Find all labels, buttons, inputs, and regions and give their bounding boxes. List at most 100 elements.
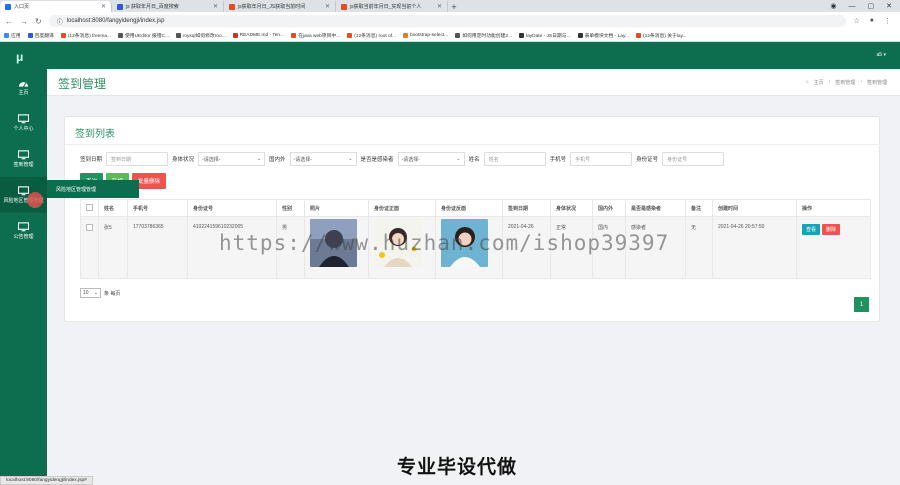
browser-tab[interactable]: js 获取年月日_百度搜索 ✕ — [112, 1, 224, 12]
sidebar-item-signin[interactable]: 签到管理 — [0, 141, 47, 177]
monitor-icon — [18, 150, 29, 160]
bookmark-icon — [519, 33, 525, 38]
bookmark-item[interactable]: mysql如何修改roo... — [175, 32, 226, 39]
page-size-value: 10 — [83, 290, 89, 296]
bookmark-item[interactable]: 应用 — [4, 32, 21, 39]
column-header: 身份证正面 — [368, 199, 436, 217]
breadcrumb-item[interactable]: 主页 — [814, 79, 824, 86]
filter-label: 国内外 — [269, 157, 286, 163]
browser-tab-bar: 入口页 ✕ js 获取年月日_百度搜索 ✕ js获取年月日_JS获取当前时间 ✕ js… — [0, 0, 900, 12]
close-icon[interactable]: ✕ — [101, 3, 106, 10]
dashboard-icon — [18, 81, 29, 87]
sidebar-item-notice[interactable]: 公告管理 — [0, 213, 47, 249]
url-text: localhost:8080/fangyidengji/index.jsp — [66, 18, 165, 24]
browser-tab[interactable]: js获取年月日_JS获取当前时间 ✕ — [224, 1, 336, 12]
column-header: 姓名 — [98, 199, 128, 217]
bookmark-item[interactable]: layDate - JS日期与... — [519, 32, 571, 39]
id-card-input[interactable]: 身份证号 — [662, 152, 725, 166]
url-field[interactable]: ⓘ localhost:8080/fangyidengji/index.jsp — [48, 15, 847, 27]
minimize-icon[interactable]: — — [849, 3, 856, 10]
menu-icon[interactable]: ⋮ — [884, 17, 891, 25]
watermark: https://www.huzhan.com/ishop39397 — [219, 231, 670, 255]
user-menu[interactable]: a5 ▾ — [877, 52, 886, 58]
row-actions: 查看 删除 — [802, 224, 870, 235]
column-header — [80, 199, 99, 217]
bookmark-item[interactable]: 百度翻译 — [27, 32, 54, 39]
bookmark-icon — [403, 33, 409, 38]
sidebar-flyout[interactable]: 风险地区管理管理 — [47, 180, 139, 198]
chevron-down-icon: ⌄ — [93, 290, 98, 296]
column-header: 身体状况 — [550, 199, 593, 217]
star-icon[interactable]: ☆ — [853, 17, 859, 25]
bookmark-label: README.md - Ten... — [239, 33, 285, 38]
column-header: 国内外 — [592, 199, 626, 217]
select-value: -请选择- — [293, 156, 312, 163]
filter-label: 姓名 — [468, 157, 480, 163]
page-size-control: 10 ⌄ 条 每页 — [80, 288, 120, 298]
date-input[interactable]: 签到日期 — [106, 152, 169, 166]
bookmark-item[interactable]: bootstrap-select... — [403, 33, 448, 38]
column-header: 身份证反面 — [435, 199, 503, 217]
bookmark-item[interactable]: 在java web项目中... — [291, 32, 340, 39]
maximize-icon[interactable]: ▢ — [868, 2, 875, 10]
bookmark-item[interactable]: README.md - Ten... — [232, 33, 285, 38]
close-icon[interactable]: ✕ — [213, 3, 218, 10]
view-button[interactable]: 查看 — [802, 224, 821, 235]
monitor-icon — [18, 222, 29, 232]
bookmark-label: layDate - JS日期与... — [526, 34, 571, 39]
bookmark-label: (12条消息) root of... — [354, 34, 397, 39]
tab-favicon — [341, 3, 347, 10]
filter-label: 是否是感染者 — [360, 157, 394, 163]
bookmark-item[interactable]: (12条消息) 关于lay... — [635, 32, 687, 39]
bookmark-item[interactable]: 如何用定时功能创建2... — [455, 32, 512, 39]
bookmark-item[interactable]: 表单模块文档 - Lay... — [577, 32, 629, 39]
bookmark-item[interactable]: (12条消息) freema... — [60, 32, 111, 39]
bookmark-icon — [118, 33, 123, 38]
forward-icon[interactable]: → — [20, 17, 28, 26]
health-select[interactable]: -请选择- ⌄ — [198, 152, 266, 166]
close-icon[interactable]: ✕ — [437, 3, 442, 10]
back-icon[interactable]: ← — [5, 17, 13, 26]
name-input[interactable]: 姓名 — [483, 152, 546, 166]
bookmark-item[interactable]: (12条消息) root of... — [347, 32, 396, 39]
tab-favicon — [229, 3, 235, 10]
close-window-icon[interactable]: ✕ — [886, 2, 892, 10]
sidebar-item-profile[interactable]: 个人中心 — [0, 105, 47, 141]
browser-tab[interactable]: 入口页 ✕ — [0, 1, 112, 12]
delete-button[interactable]: 删除 — [822, 224, 841, 235]
bookmark-label: bootstrap-select... — [410, 33, 449, 38]
profile-icon[interactable]: ◉ — [830, 2, 836, 10]
new-tab-button[interactable]: + — [448, 2, 460, 12]
reload-icon[interactable]: ↻ — [35, 17, 42, 26]
page-title: 签到管理 — [58, 77, 107, 91]
chevron-down-icon: ⌄ — [456, 156, 461, 162]
table-cell — [80, 216, 99, 279]
table-cell: 张5 — [98, 216, 128, 279]
address-bar: ← → ↻ ⓘ localhost:8080/fangyidengji/inde… — [0, 12, 900, 30]
column-header: 备注 — [685, 199, 713, 217]
bookmark-label: 使用UEditor 报错C... — [125, 34, 169, 39]
page-size-select[interactable]: 10 ⌄ — [80, 288, 101, 298]
phone-input[interactable]: 手机号 — [570, 152, 633, 166]
select-all-checkbox[interactable] — [86, 203, 93, 211]
filter-label: 身份证号 — [636, 157, 659, 163]
info-icon[interactable]: ⓘ — [57, 17, 63, 26]
close-icon[interactable]: ✕ — [325, 3, 330, 10]
page-button[interactable]: 1 — [854, 297, 869, 312]
bookmark-label: 在java web项目中... — [298, 34, 341, 39]
bookmark-item[interactable]: 使用UEditor 报错C... — [118, 32, 169, 39]
account-icon[interactable]: ● — [870, 17, 874, 25]
infected-select[interactable]: -请选择- ⌄ — [397, 152, 465, 166]
select-value: -请选择- — [202, 156, 221, 163]
column-header: 创建时间 — [712, 199, 797, 217]
row-checkbox[interactable] — [86, 224, 93, 231]
breadcrumb-separator: › — [860, 79, 862, 85]
tab-favicon — [117, 3, 123, 10]
sidebar-item-home[interactable]: 主页 — [0, 69, 47, 105]
region-select[interactable]: -请选择- ⌄ — [289, 152, 357, 166]
breadcrumb-separator: › — [828, 79, 831, 85]
breadcrumb: ⌂ 主页 › 签到管理 › 签到管理 — [806, 79, 887, 86]
browser-tab[interactable]: js获取当前年月日_实现当前个人 ✕ — [336, 1, 448, 12]
breadcrumb-item[interactable]: 签到管理 — [835, 79, 855, 86]
tab-label: js 获取年月日_百度搜索 — [126, 4, 179, 10]
